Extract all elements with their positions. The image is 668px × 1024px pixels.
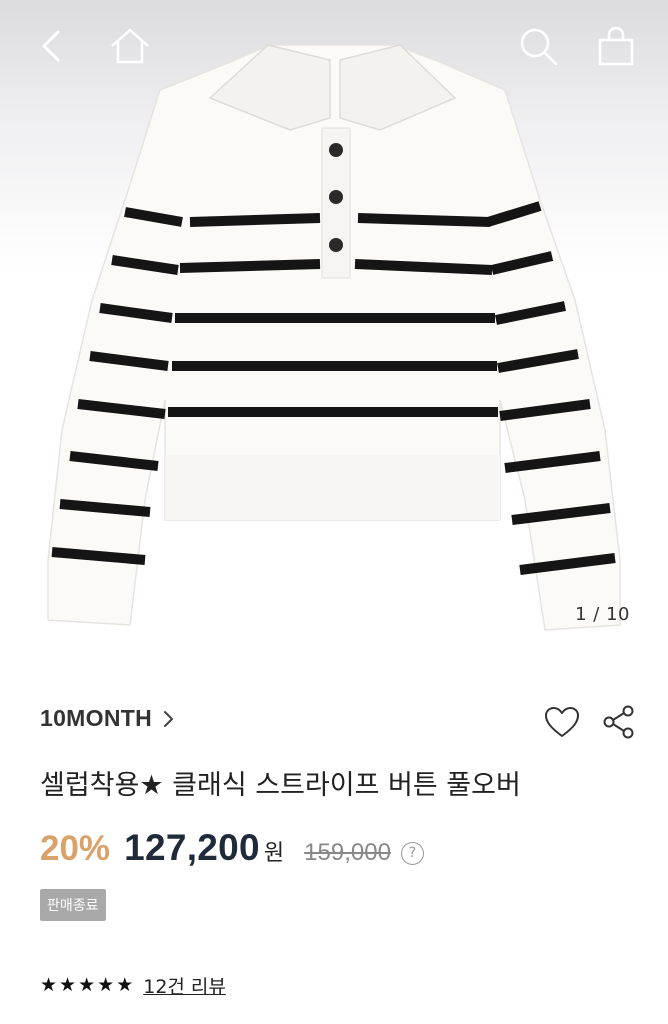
top-navigation-bar: [0, 0, 668, 92]
product-image: [47, 44, 621, 631]
brand-link[interactable]: 10MONTH: [40, 705, 176, 732]
original-price: 159,000: [304, 839, 391, 866]
status-badge: 판매종료: [40, 889, 106, 921]
star-icon: ★: [97, 974, 115, 996]
search-icon: [520, 28, 558, 66]
price-row: 20% 127,200 원 159,000 ?: [40, 827, 424, 873]
wishlist-heart-icon[interactable]: [543, 703, 581, 741]
price-help-icon[interactable]: ?: [400, 841, 424, 865]
home-button[interactable]: [106, 22, 154, 70]
review-summary: ★ ★ ★ ★ ★ 12건 리뷰: [40, 972, 226, 999]
share-icon[interactable]: [600, 703, 638, 741]
home-icon: [111, 28, 149, 64]
star-icon: ★: [78, 974, 96, 996]
shopping-bag-icon: [598, 26, 634, 66]
back-button[interactable]: [28, 22, 76, 70]
discount-rate: 20%: [40, 829, 111, 868]
review-count-link[interactable]: 12건 리뷰: [143, 972, 226, 999]
product-image-gallery[interactable]: 1 / 10: [0, 0, 668, 660]
chevron-right-icon: [164, 710, 174, 727]
star-icon: ★: [116, 974, 134, 996]
chevron-left-icon: [42, 30, 60, 62]
currency-unit: 원: [263, 841, 285, 866]
sale-price: 127,200: [124, 827, 260, 868]
search-button[interactable]: [514, 22, 562, 70]
star-icon: ★: [59, 974, 77, 996]
product-title: 셀럽착용★ 클래식 스트라이프 버튼 풀오버: [40, 770, 521, 801]
cart-button[interactable]: [592, 22, 640, 70]
brand-name: 10MONTH: [40, 705, 153, 731]
gallery-counter: 1 / 10: [575, 604, 630, 625]
star-icon: ★: [40, 974, 58, 996]
rating-stars: ★ ★ ★ ★ ★: [40, 976, 133, 995]
